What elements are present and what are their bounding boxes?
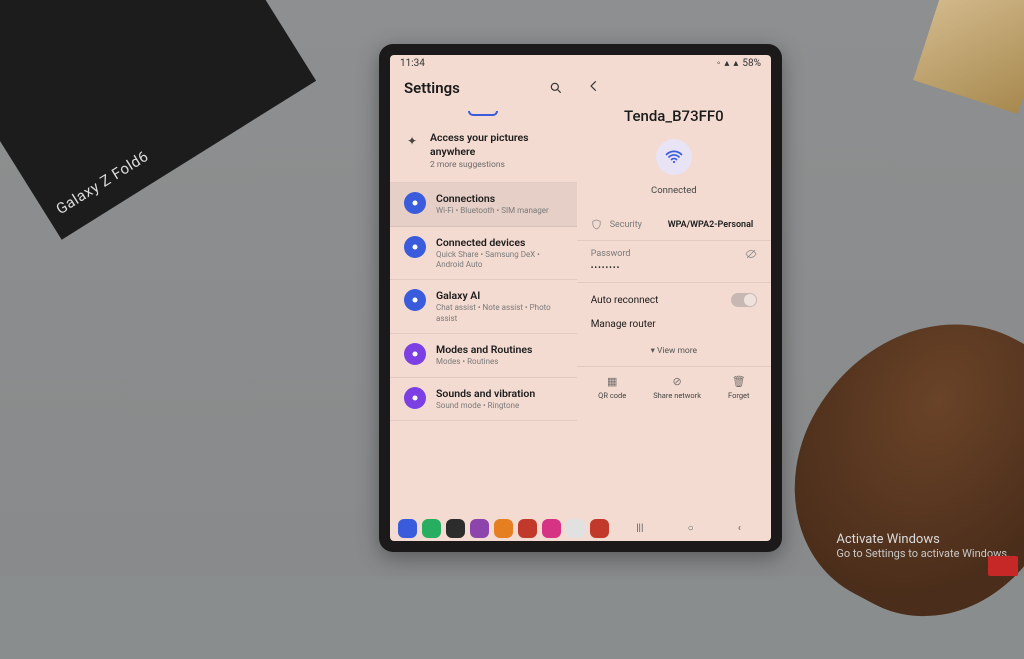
trash-icon: 🗑 <box>731 373 747 389</box>
pull-indicator <box>468 111 498 116</box>
settings-row-title: Galaxy AI <box>436 289 563 302</box>
battery-label: 58% <box>742 58 761 69</box>
device-frame: 11:34 ◦ ▴ ▴ 58% Settings ✦ A <box>379 44 782 552</box>
settings-row-modes-and-routines[interactable]: Modes and Routines Modes • Routines <box>390 334 577 377</box>
nav-home[interactable]: ○ <box>688 523 694 534</box>
suggestion-sub: 2 more suggestions <box>430 160 563 170</box>
dock-app-6[interactable] <box>542 519 561 538</box>
search-icon[interactable] <box>549 81 563 95</box>
view-more[interactable]: ▾ View more <box>577 340 771 366</box>
status-time: 11:34 <box>400 58 425 69</box>
suggestion-card[interactable]: ✦ Access your pictures anywhere 2 more s… <box>390 122 577 183</box>
manage-router-label: Manage router <box>591 319 656 330</box>
settings-row-icon <box>404 236 426 258</box>
settings-row-icon <box>404 289 426 311</box>
settings-row-connected-devices[interactable]: Connected devices Quick Share • Samsung … <box>390 227 577 281</box>
wifi-icon <box>656 139 692 175</box>
settings-row-sounds-and-vibration[interactable]: Sounds and vibration Sound mode • Ringto… <box>390 378 577 421</box>
password-row[interactable]: Password •••••••• <box>577 241 771 283</box>
shield-icon <box>591 219 602 230</box>
connection-status: Connected <box>577 185 771 196</box>
password-mask: •••••••• <box>591 263 757 272</box>
forget-button[interactable]: 🗑 Forget <box>728 373 749 400</box>
status-bar: 11:34 ◦ ▴ ▴ 58% <box>390 55 771 69</box>
chevron-left-icon <box>587 79 601 93</box>
security-row: Security WPA/WPA2-Personal <box>577 212 771 241</box>
network-ssid: Tenda_B73FF0 <box>577 107 771 125</box>
wifi-detail-pane: Tenda_B73FF0 Connected Security WPA/WPA2… <box>577 69 771 516</box>
lightbulb-icon: ✦ <box>404 133 420 149</box>
windows-watermark: Activate Windows Go to Settings to activ… <box>836 532 1010 560</box>
wifi-status-icon: ◦ <box>717 58 721 69</box>
dock-app-1[interactable] <box>422 519 441 538</box>
channel-logo <box>988 556 1018 576</box>
manage-router-row[interactable]: Manage router <box>577 317 771 340</box>
settings-row-sub: Modes • Routines <box>436 357 532 367</box>
dock-app-7[interactable] <box>566 519 585 538</box>
share-icon: ⊘ <box>669 373 685 389</box>
auto-reconnect-toggle[interactable] <box>731 293 757 307</box>
eye-off-icon[interactable] <box>745 248 757 260</box>
dock-app-4[interactable] <box>494 519 513 538</box>
nav-back[interactable]: ‹ <box>738 523 741 534</box>
status-right: ◦ ▴ ▴ 58% <box>717 58 761 69</box>
settings-row-title: Sounds and vibration <box>436 387 535 400</box>
dock-app-3[interactable] <box>470 519 489 538</box>
dock-app-5[interactable] <box>518 519 537 538</box>
signal-icon-2: ▴ <box>733 58 738 69</box>
dock-app-0[interactable] <box>398 519 417 538</box>
signal-icon: ▴ <box>724 58 729 69</box>
nav-recents[interactable]: ||| <box>636 523 643 534</box>
settings-row-sub: Sound mode • Ringtone <box>436 401 535 411</box>
settings-row-title: Connected devices <box>436 236 563 249</box>
settings-row-sub: Wi-Fi • Bluetooth • SIM manager <box>436 206 549 216</box>
qr-code-button[interactable]: ▦ QR code <box>598 373 626 400</box>
qr-icon: ▦ <box>604 373 620 389</box>
settings-row-icon <box>404 343 426 365</box>
settings-row-connections[interactable]: Connections Wi-Fi • Bluetooth • SIM mana… <box>390 183 577 226</box>
page-title: Settings <box>404 79 460 97</box>
security-value: WPA/WPA2-Personal <box>668 220 757 230</box>
settings-row-sub: Quick Share • Samsung DeX • Android Auto <box>436 250 563 271</box>
auto-reconnect-label: Auto reconnect <box>591 295 659 306</box>
settings-row-sub: Chat assist • Note assist • Photo assist <box>436 303 563 324</box>
settings-list-pane: Settings ✦ Access your pictures anywhere… <box>390 69 577 516</box>
suggestion-title: Access your pictures anywhere <box>430 131 563 158</box>
security-label: Security <box>610 220 660 230</box>
share-network-button[interactable]: ⊘ Share network <box>653 373 701 400</box>
settings-row-icon <box>404 387 426 409</box>
dock-app-2[interactable] <box>446 519 465 538</box>
settings-row-title: Modes and Routines <box>436 343 532 356</box>
back-button[interactable] <box>585 77 603 95</box>
auto-reconnect-row[interactable]: Auto reconnect <box>577 283 771 317</box>
dock-app-8[interactable] <box>590 519 609 538</box>
screen: 11:34 ◦ ▴ ▴ 58% Settings ✦ A <box>390 55 771 541</box>
settings-row-icon <box>404 192 426 214</box>
dock: ||| ○ ‹ <box>390 516 771 541</box>
settings-row-title: Connections <box>436 192 549 205</box>
password-label: Password <box>591 249 641 259</box>
settings-row-galaxy-ai[interactable]: Galaxy AI Chat assist • Note assist • Ph… <box>390 280 577 334</box>
